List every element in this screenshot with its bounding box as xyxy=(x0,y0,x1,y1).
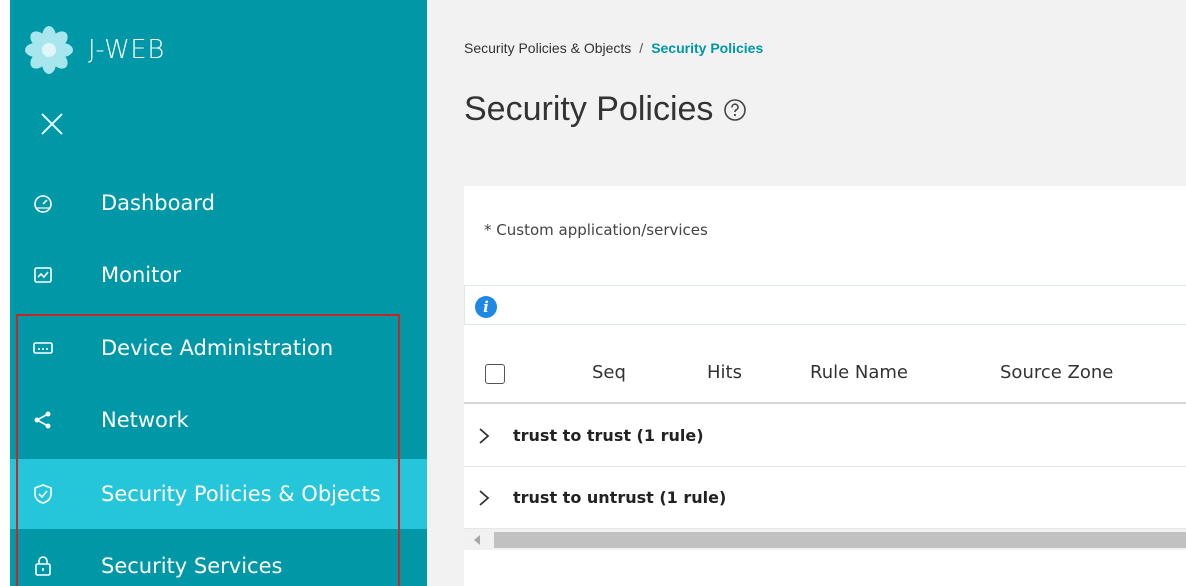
horizontal-scrollbar[interactable] xyxy=(464,528,1186,550)
sidebar-item-network[interactable]: Network xyxy=(10,385,427,455)
breadcrumb-separator: / xyxy=(639,40,644,56)
scroll-left-arrow-icon[interactable] xyxy=(472,534,482,546)
sidebar-item-security-policies-objects[interactable]: Security Policies & Objects xyxy=(10,459,427,529)
lock-icon xyxy=(31,554,55,578)
juniper-logo-icon xyxy=(25,26,73,74)
network-share-icon xyxy=(31,408,55,432)
chevron-right-icon[interactable] xyxy=(477,426,491,446)
shield-check-icon xyxy=(31,482,55,506)
sidebar-item-device-administration[interactable]: Device Administration xyxy=(10,313,427,383)
app-name: J-WEB xyxy=(88,35,165,65)
chevron-right-icon[interactable] xyxy=(477,488,491,508)
sidebar-item-label: Device Administration xyxy=(101,336,334,360)
column-header-hits[interactable]: Hits xyxy=(707,362,742,383)
sidebar-item-security-services[interactable]: Security Services xyxy=(10,531,427,586)
sidebar: J-WEB Dashboard Monitor Device Administr… xyxy=(10,0,427,586)
policy-group-row[interactable]: trust to trust (1 rule) xyxy=(464,405,1186,467)
column-header-rule-name[interactable]: Rule Name xyxy=(810,362,908,383)
dashboard-gauge-icon xyxy=(31,191,55,215)
info-bar: i xyxy=(464,285,1186,325)
breadcrumb: Security Policies & Objects / Security Pol… xyxy=(464,40,763,56)
left-gutter xyxy=(0,0,10,586)
custom-app-note: * Custom application/services xyxy=(484,221,708,239)
policies-panel: * Custom application/services i Seq Hits… xyxy=(464,186,1186,586)
device-admin-icon xyxy=(31,336,55,360)
policy-group-label: trust to untrust (1 rule) xyxy=(513,488,727,507)
info-icon[interactable]: i xyxy=(475,296,497,318)
sidebar-item-monitor[interactable]: Monitor xyxy=(10,240,427,310)
sidebar-item-label: Dashboard xyxy=(101,191,215,215)
page-title: Security Policies xyxy=(464,90,714,128)
sidebar-item-label: Monitor xyxy=(101,263,181,287)
select-all-checkbox[interactable] xyxy=(485,364,505,384)
page-title-row: Security Policies xyxy=(464,90,747,129)
close-icon[interactable] xyxy=(36,108,68,140)
column-header-source-zone[interactable]: Source Zone xyxy=(1000,362,1113,383)
monitor-chart-icon xyxy=(31,263,55,287)
brand: J-WEB xyxy=(24,22,165,78)
breadcrumb-parent-link[interactable]: Security Policies & Objects xyxy=(464,40,631,56)
help-icon[interactable] xyxy=(723,98,747,122)
sidebar-item-label: Security Services xyxy=(101,554,283,578)
sidebar-item-label: Security Policies & Objects xyxy=(101,482,381,506)
table-header: Seq Hits Rule Name Source Zone xyxy=(464,326,1186,404)
column-header-seq[interactable]: Seq xyxy=(592,362,626,383)
policy-group-label: trust to trust (1 rule) xyxy=(513,426,704,445)
sidebar-item-label: Network xyxy=(101,408,189,432)
sidebar-item-dashboard[interactable]: Dashboard xyxy=(10,168,427,238)
breadcrumb-current: Security Policies xyxy=(651,40,764,56)
scrollbar-thumb[interactable] xyxy=(494,532,1186,548)
main-content: Security Policies & Objects / Security Pol… xyxy=(427,0,1186,586)
policy-group-row[interactable]: trust to untrust (1 rule) xyxy=(464,467,1186,529)
